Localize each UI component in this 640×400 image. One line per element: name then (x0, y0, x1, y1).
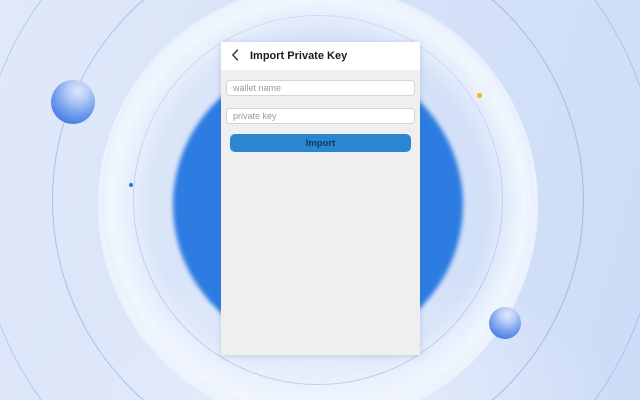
import-private-key-panel: Import Private Key Import (221, 42, 420, 355)
back-button[interactable] (231, 48, 243, 64)
wallet-name-input[interactable] (226, 80, 415, 96)
popup-header: Import Private Key (221, 42, 420, 70)
blue-sphere-bottom-right (489, 307, 521, 339)
private-key-input[interactable] (226, 108, 415, 124)
yellow-dot (477, 93, 482, 98)
import-button[interactable]: Import (230, 134, 411, 152)
page-title: Import Private Key (250, 50, 348, 62)
chevron-left-icon (231, 48, 239, 64)
blue-dot (129, 183, 133, 187)
background: Import Private Key Import (0, 0, 640, 400)
blue-sphere-top-left (51, 80, 95, 124)
popup-body: Import (221, 70, 420, 355)
